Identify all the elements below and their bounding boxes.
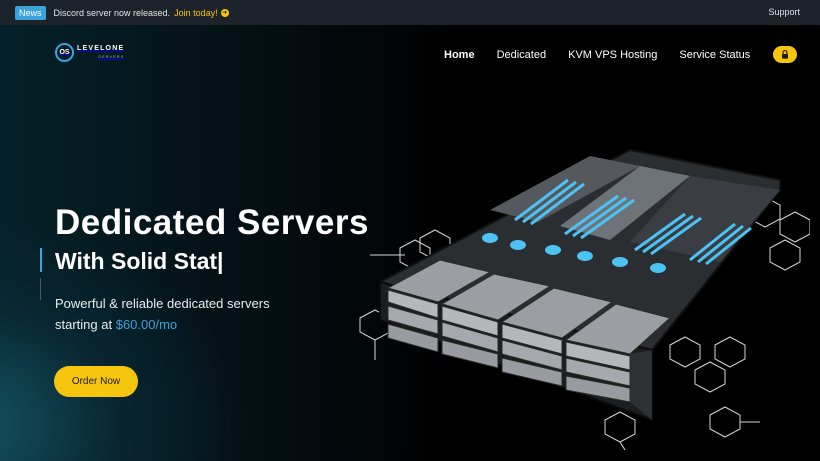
logo-name: LEVELONE xyxy=(77,44,125,52)
news-badge: News xyxy=(15,5,46,20)
logo-wordmark: LEVELONE SERVERS xyxy=(77,45,124,61)
hero-title: Dedicated Servers xyxy=(55,203,369,242)
news-join-link[interactable]: Join today! ➜ xyxy=(174,8,229,18)
hero-description: Powerful & reliable dedicated servers st… xyxy=(55,293,270,335)
hero-desc-line2-prefix: starting at xyxy=(55,317,113,332)
hero-subtitle: With Solid Stat| xyxy=(55,248,224,274)
server-rack-illustration xyxy=(359,148,810,451)
nav-item-home[interactable]: Home xyxy=(444,49,475,61)
accent-line-bottom xyxy=(40,278,41,300)
lock-icon xyxy=(782,50,789,59)
main-nav: Home Dedicated KVM VPS Hosting Service S… xyxy=(444,46,819,63)
hero-desc-line1: Powerful & reliable dedicated servers xyxy=(55,296,270,311)
accent-line-top xyxy=(40,248,42,272)
nav-item-dedicated[interactable]: Dedicated xyxy=(497,49,547,61)
nav-item-service-status[interactable]: Service Status xyxy=(679,49,750,61)
brand-logo[interactable]: OS LEVELONE SERVERS xyxy=(55,43,124,62)
news-message: Discord server now released. xyxy=(53,7,171,18)
login-button[interactable] xyxy=(773,46,798,63)
news-join-label: Join today! xyxy=(174,7,218,18)
hero-price: $60.00/mo xyxy=(115,317,178,332)
news-bar: News Discord server now released. Join t… xyxy=(0,0,820,25)
logo-sub: SERVERS xyxy=(98,53,125,59)
order-now-button[interactable]: Order Now xyxy=(54,366,138,397)
arrow-right-circle-icon: ➜ xyxy=(220,9,229,18)
logo-mark-icon: OS xyxy=(55,43,74,62)
nav-item-kvm-vps-hosting[interactable]: KVM VPS Hosting xyxy=(568,49,657,61)
support-link[interactable]: Support xyxy=(768,7,800,17)
